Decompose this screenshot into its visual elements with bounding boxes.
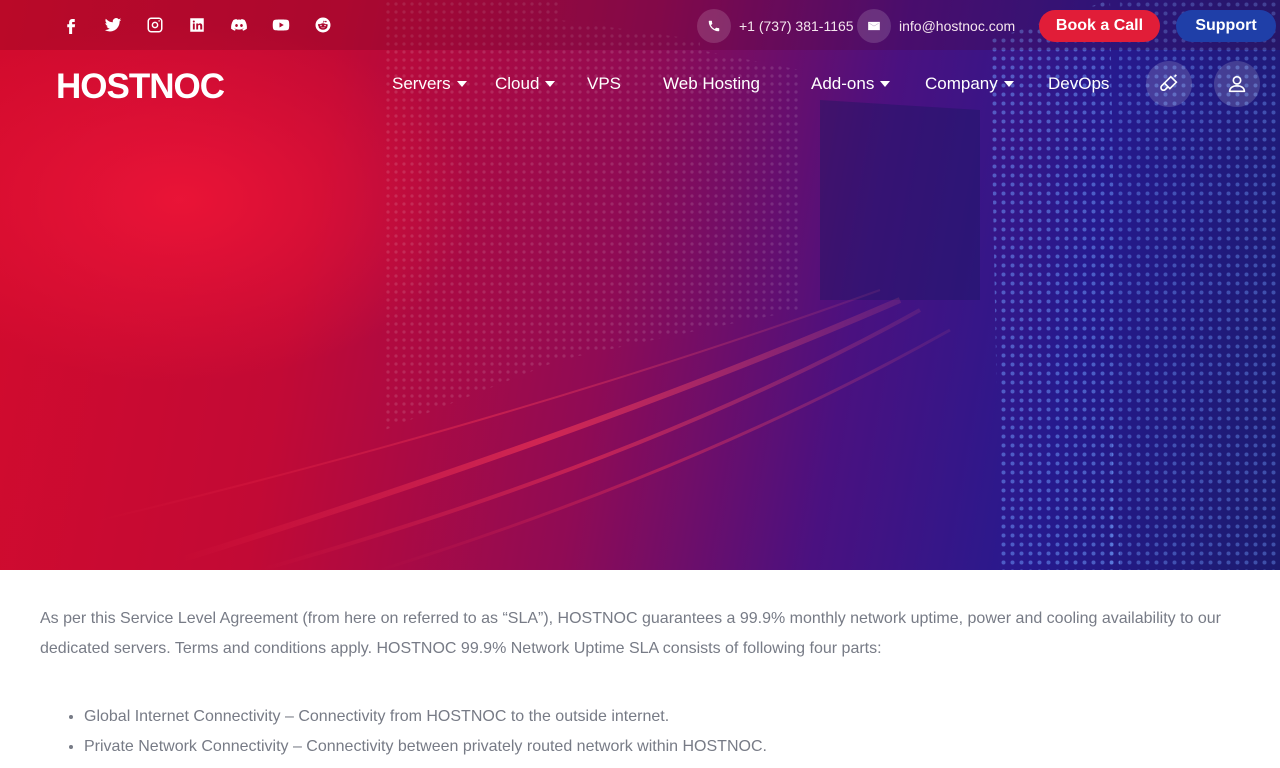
reddit-link[interactable] (302, 12, 344, 38)
phone-icon (697, 9, 731, 43)
facebook-link[interactable] (50, 12, 92, 38)
caret-down-icon (545, 81, 556, 87)
nav-addons-label: Add-ons (811, 74, 875, 93)
caret-down-icon (1003, 81, 1014, 87)
youtube-icon (272, 19, 290, 31)
logo-text: HOSTNOC (56, 68, 225, 104)
nav-servers-label: Servers (392, 74, 451, 93)
nav-vps-label: VPS (587, 74, 622, 93)
instagram-link[interactable] (134, 12, 176, 38)
phone-number: +1 (737) 381-1165 (739, 18, 854, 34)
nav-servers[interactable]: Servers (392, 72, 467, 96)
nav-web-hosting-label: Web Hosting (663, 74, 761, 93)
logo-wordmark: HOSTNOC (56, 67, 226, 106)
phone-contact[interactable]: +1 (737) 381-1165 (697, 9, 854, 43)
youtube-link[interactable] (260, 12, 302, 38)
nav-company-label: Company (925, 74, 998, 93)
linkedin-icon (190, 18, 204, 32)
email-contact[interactable]: info@hostnoc.com (857, 9, 1015, 43)
hero-banner: +1 (737) 381-1165 info@hostnoc.com Book … (0, 0, 1280, 570)
sla-parts-list: Global Internet Connectivity – Connectiv… (40, 702, 1250, 762)
twitter-icon (104, 18, 122, 32)
theme-toggle-button[interactable] (1146, 61, 1192, 107)
nav-devops-label: DevOps (1048, 74, 1110, 93)
sla-intro-paragraph: As per this Service Level Agreement (fro… (40, 610, 1221, 657)
facebook-icon (67, 19, 76, 34)
twitter-link[interactable] (92, 12, 134, 38)
user-icon (1228, 75, 1246, 93)
list-item: Global Internet Connectivity – Connectiv… (84, 702, 1250, 732)
list-item: Private Network Connectivity – Connectiv… (84, 732, 1250, 762)
nav-cloud-label: Cloud (495, 74, 540, 93)
nav-cloud[interactable]: Cloud (495, 72, 556, 96)
linkedin-link[interactable] (176, 12, 218, 38)
nav-web-hosting[interactable]: Web Hosting (663, 72, 760, 96)
support-button[interactable]: Support (1176, 10, 1276, 42)
caret-down-icon (880, 81, 891, 87)
instagram-icon (147, 17, 163, 33)
email-address: info@hostnoc.com (899, 18, 1016, 34)
paint-brush-icon (1160, 74, 1178, 92)
discord-link[interactable] (218, 12, 260, 38)
sla-content: As per this Service Level Agreement (fro… (40, 604, 1250, 762)
account-button[interactable] (1214, 61, 1260, 107)
hostnoc-logo[interactable]: HOSTNOC (56, 67, 228, 106)
book-a-call-button[interactable]: Book a Call (1039, 10, 1160, 42)
nav-company[interactable]: Company (925, 72, 1014, 96)
nav-devops[interactable]: DevOps (1048, 72, 1109, 96)
reddit-icon (315, 17, 331, 33)
social-links (50, 12, 344, 38)
nav-addons[interactable]: Add-ons (811, 72, 891, 96)
caret-down-icon (456, 81, 467, 87)
nav-vps[interactable]: VPS (587, 72, 621, 96)
discord-icon (231, 19, 247, 31)
envelope-icon (857, 9, 891, 43)
